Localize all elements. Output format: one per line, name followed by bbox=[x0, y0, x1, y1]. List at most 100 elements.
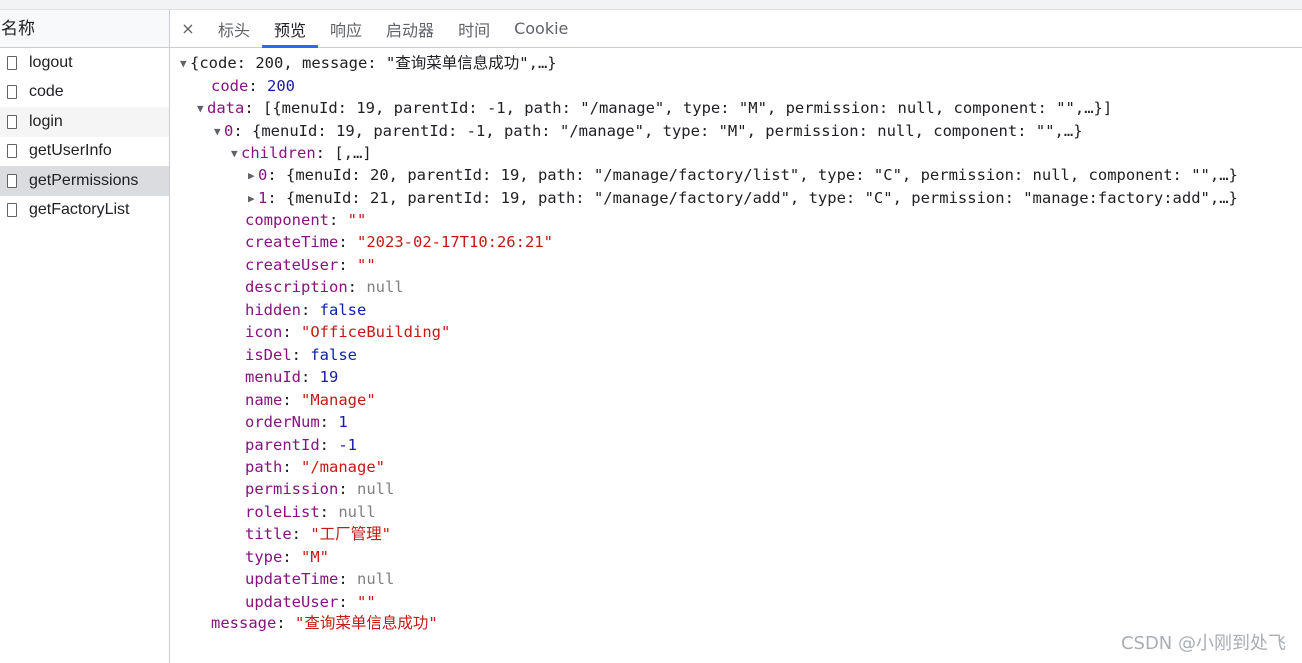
document-icon bbox=[7, 173, 17, 188]
tab-response[interactable]: 响应 bbox=[318, 10, 374, 47]
field-row-updateuser: updateUser: "" bbox=[245, 592, 376, 611]
watermark: CSDN @小刚到处飞 bbox=[1120, 633, 1286, 654]
children-summary: [,…] bbox=[334, 144, 372, 162]
tab-cookie[interactable]: Cookie bbox=[502, 10, 580, 47]
field-row-createuser: createUser: "" bbox=[245, 255, 376, 274]
request-name: code bbox=[29, 83, 64, 101]
request-item-logout[interactable]: logout bbox=[0, 48, 169, 78]
request-item-getpermissions[interactable]: getPermissions bbox=[0, 166, 169, 196]
field-row-type: type: "M" bbox=[245, 547, 329, 566]
prop-key: path bbox=[245, 457, 283, 476]
field-row-permission: permission: null bbox=[245, 480, 395, 499]
prop-key: 1 bbox=[258, 189, 268, 207]
prop-key: type bbox=[245, 547, 283, 566]
json-preview: ▼ {code: 200, message: "查询菜单信息成功",…} code… bbox=[170, 48, 1302, 663]
prop-key: createUser bbox=[245, 255, 339, 274]
tab-initiator[interactable]: 启动器 bbox=[374, 10, 446, 47]
expand-arrow-icon[interactable]: ▼ bbox=[231, 143, 241, 165]
field-row-description: description: null bbox=[245, 278, 404, 297]
prop-value: null bbox=[357, 570, 395, 589]
tab-timing[interactable]: 时间 bbox=[446, 10, 502, 47]
prop-key: permission bbox=[245, 480, 339, 499]
prop-value: "Manage" bbox=[301, 390, 376, 409]
request-item-getfactorylist[interactable]: getFactoryList bbox=[0, 196, 169, 226]
document-icon bbox=[7, 114, 17, 129]
child-1-row[interactable]: ▶ 1: {menuId: 21, parentId: 19, path: "/m… bbox=[248, 187, 1238, 209]
prop-key: 0 bbox=[224, 122, 234, 140]
detail-tab-bar: × 标头 预览 响应 启动器 时间 Cookie bbox=[170, 10, 1302, 48]
prop-value: 1 bbox=[338, 413, 348, 431]
field-row-name: name: "Manage" bbox=[245, 390, 376, 409]
field-row-updatetime: updateTime: null bbox=[245, 570, 395, 589]
collapse-arrow-icon[interactable]: ▶ bbox=[248, 188, 258, 210]
request-item-login[interactable]: login bbox=[0, 107, 169, 137]
close-icon[interactable]: × bbox=[170, 10, 206, 47]
prop-key: children bbox=[241, 144, 316, 162]
prop-value: null bbox=[366, 278, 404, 297]
prop-value: -1 bbox=[338, 435, 357, 454]
field-row-hidden: hidden: false bbox=[245, 300, 367, 319]
prop-value: "工厂管理" bbox=[310, 525, 392, 544]
field-row-path: path: "/manage" bbox=[245, 457, 385, 476]
prop-key: updateUser bbox=[245, 592, 339, 611]
field-row-menuid: menuId: 19 bbox=[245, 368, 339, 387]
prop-value: 19 bbox=[319, 368, 339, 387]
prop-key: name bbox=[245, 390, 283, 409]
prop-key: component bbox=[245, 211, 329, 229]
prop-key: message bbox=[211, 614, 277, 632]
prop-key: isDel bbox=[245, 345, 292, 364]
document-icon bbox=[7, 55, 17, 70]
child-summary: {menuId: 21, parentId: 19, path: "/manag… bbox=[286, 189, 1238, 207]
prop-key: title bbox=[245, 525, 292, 544]
prop-key: hidden bbox=[245, 300, 301, 319]
request-item-code[interactable]: code bbox=[0, 78, 169, 108]
data-row[interactable]: ▼ data: [{menuId: 19, parentId: -1, path:… bbox=[197, 97, 1112, 119]
field-row-createtime: createTime: "2023-02-17T10:26:21" bbox=[245, 233, 553, 252]
prop-key: menuId bbox=[245, 368, 301, 387]
request-name: getFactoryList bbox=[29, 201, 130, 219]
prop-key: roleList bbox=[245, 502, 320, 521]
request-list-panel: 名称 logout code login getUserInfo getPerm… bbox=[0, 10, 170, 663]
prop-value: 200 bbox=[267, 77, 295, 95]
prop-value: "" bbox=[357, 592, 376, 611]
data-item-0-row[interactable]: ▼ 0: {menuId: 19, parentId: -1, path: "/m… bbox=[214, 120, 1083, 142]
prop-value: "M" bbox=[301, 547, 329, 566]
item-summary: {menuId: 19, parentId: -1, path: "/manag… bbox=[252, 122, 1083, 140]
child-0-row[interactable]: ▶ 0: {menuId: 20, parentId: 19, path: "/m… bbox=[248, 164, 1238, 186]
tab-headers[interactable]: 标头 bbox=[206, 10, 262, 47]
request-item-getuserinfo[interactable]: getUserInfo bbox=[0, 137, 169, 167]
prop-value: false bbox=[319, 300, 367, 319]
document-icon bbox=[7, 85, 17, 100]
collapse-arrow-icon[interactable]: ▶ bbox=[248, 165, 258, 187]
prop-key: createTime bbox=[245, 233, 339, 252]
request-list: logout code login getUserInfo getPermiss… bbox=[0, 48, 169, 225]
field-row-rolelist: roleList: null bbox=[245, 502, 376, 521]
child-summary: {menuId: 20, parentId: 19, path: "/manag… bbox=[286, 166, 1238, 184]
request-name: getPermissions bbox=[29, 171, 139, 189]
prop-key: 0 bbox=[258, 166, 268, 184]
root-summary: {code: 200, message: "查询菜单信息成功",…} bbox=[190, 54, 557, 72]
prop-key: code bbox=[211, 77, 249, 95]
prop-key: icon bbox=[245, 323, 283, 342]
tab-preview[interactable]: 预览 bbox=[262, 10, 319, 48]
children-row[interactable]: ▼ children: [,…] bbox=[231, 142, 372, 164]
field-row-isdel: isDel: false bbox=[245, 345, 358, 364]
expand-arrow-icon[interactable]: ▼ bbox=[180, 53, 190, 75]
prop-value: "" bbox=[347, 211, 367, 229]
document-icon bbox=[7, 203, 17, 218]
prop-value: null bbox=[338, 502, 376, 521]
root-object-row[interactable]: ▼ {code: 200, message: "查询菜单信息成功",…} bbox=[180, 52, 557, 74]
expand-arrow-icon[interactable]: ▼ bbox=[214, 121, 224, 143]
prop-value: false bbox=[310, 345, 358, 364]
prop-key: updateTime bbox=[245, 570, 339, 589]
prop-key: data bbox=[207, 99, 245, 117]
code-row: code: 200 bbox=[211, 77, 295, 95]
field-row-title: title: "工厂管理" bbox=[245, 525, 392, 544]
request-name: login bbox=[29, 112, 63, 130]
message-row: message: "查询菜单信息成功" bbox=[211, 614, 438, 632]
expand-arrow-icon[interactable]: ▼ bbox=[197, 98, 207, 120]
prop-value: null bbox=[357, 480, 395, 499]
name-column-header[interactable]: 名称 bbox=[0, 10, 169, 48]
request-name: logout bbox=[29, 53, 73, 71]
prop-key: description bbox=[245, 278, 348, 297]
